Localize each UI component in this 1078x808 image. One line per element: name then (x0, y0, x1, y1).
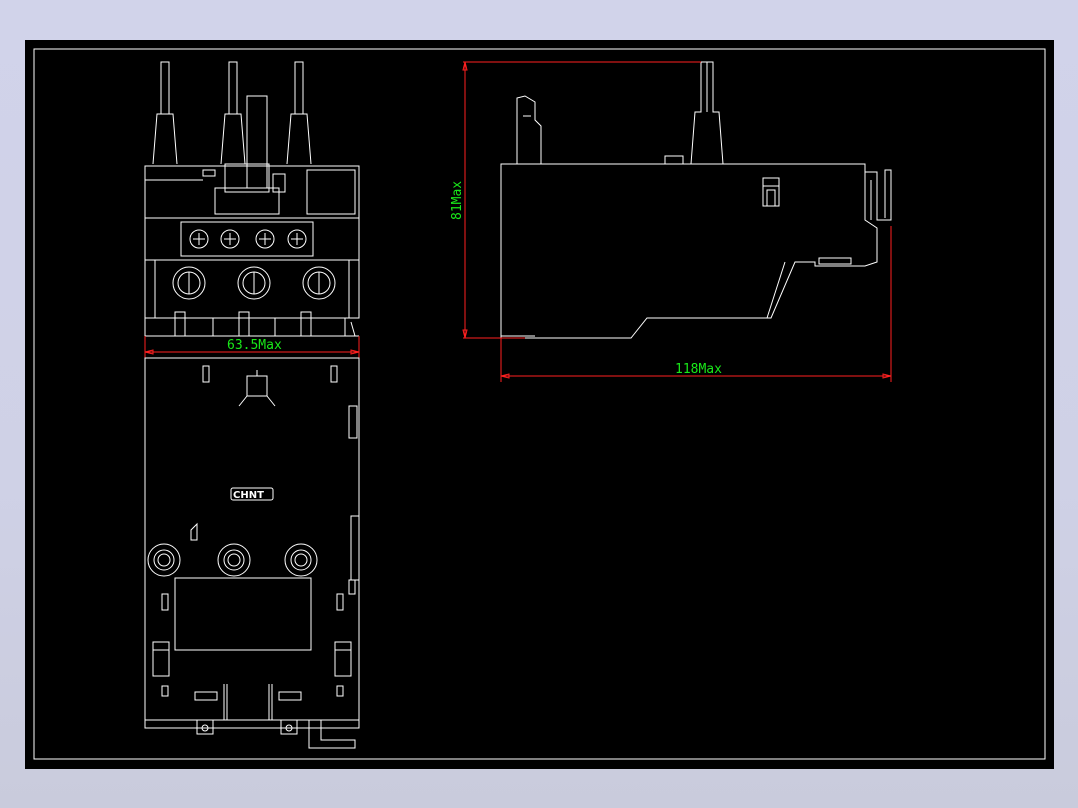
side-body-outline (500, 163, 878, 339)
technical-drawing: 63.5Max CHNT 81Max 118Max (33, 48, 1046, 760)
depth-dimension: 118Max (500, 226, 892, 382)
brand-label: CHNT (233, 490, 264, 501)
screw-row (189, 229, 307, 249)
label-window (174, 577, 312, 651)
front-terminal-strip (144, 217, 360, 261)
brand-logo: CHNT (230, 487, 274, 501)
plan-view: CHNT (144, 357, 360, 749)
cad-canvas: 63.5Max CHNT 81Max 118Max (25, 40, 1054, 769)
height-dimension: 81Max (450, 61, 701, 339)
terminal-post-right (286, 61, 312, 165)
main-terminal-screws (172, 266, 336, 300)
terminal-post-left (152, 61, 178, 165)
height-dimension-label: 81Max (450, 181, 465, 220)
adjust-knob-symbol (238, 370, 276, 407)
side-view (500, 61, 892, 339)
drawing-border (33, 48, 1046, 760)
width-dimension-label: 63.5Max (227, 338, 282, 353)
plan-view-outline (144, 357, 360, 729)
terminal-post-middle (220, 61, 268, 189)
width-dimension: 63.5Max (144, 336, 360, 358)
plan-round-terminals (147, 543, 318, 577)
depth-dimension-label: 118Max (675, 362, 722, 377)
front-view (144, 61, 360, 337)
